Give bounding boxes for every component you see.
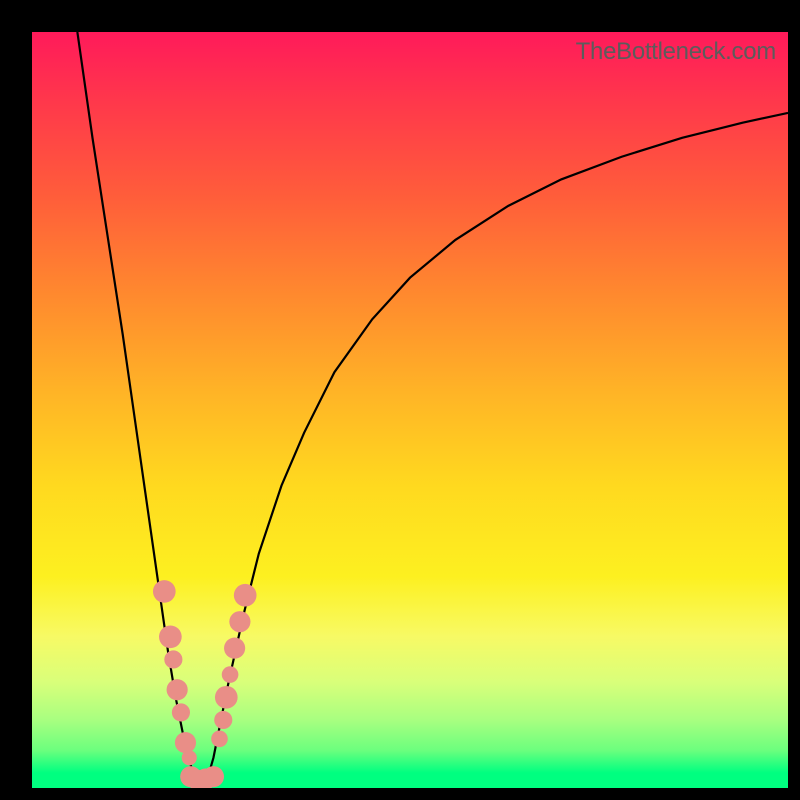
marker-point bbox=[153, 580, 176, 603]
marker-point bbox=[222, 666, 239, 683]
marker-point bbox=[182, 750, 197, 765]
valley-markers bbox=[32, 32, 788, 788]
marker-point bbox=[211, 731, 228, 748]
marker-point bbox=[159, 625, 182, 648]
marker-point bbox=[172, 703, 190, 721]
marker-point bbox=[229, 611, 250, 632]
marker-point bbox=[175, 732, 196, 753]
marker-point bbox=[224, 638, 245, 659]
marker-point bbox=[164, 650, 182, 668]
plot-area: TheBottleneck.com bbox=[32, 32, 788, 788]
watermark-text: TheBottleneck.com bbox=[576, 38, 776, 66]
marker-point bbox=[167, 679, 188, 700]
marker-point bbox=[234, 584, 257, 607]
marker-point bbox=[203, 766, 224, 787]
marker-point bbox=[215, 686, 238, 709]
chart-container: TheBottleneck.com bbox=[0, 0, 800, 800]
marker-point bbox=[214, 711, 232, 729]
